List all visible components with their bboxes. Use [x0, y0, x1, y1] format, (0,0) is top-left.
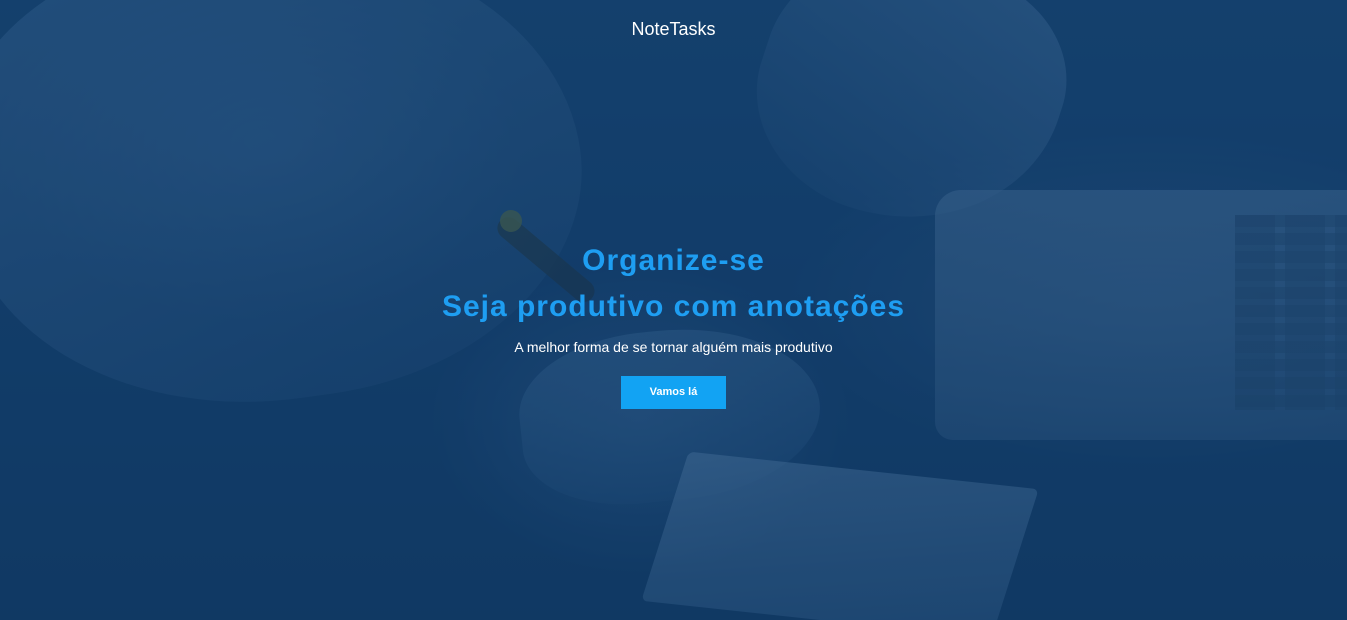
- hero-title-line1: Organize-se: [582, 244, 765, 277]
- hero-subtitle: A melhor forma de se tornar alguém mais …: [514, 339, 833, 355]
- hero-content: Organize-se Seja produtivo com anotações…: [0, 238, 1347, 409]
- brand-logo[interactable]: NoteTasks: [0, 18, 1347, 40]
- get-started-button[interactable]: Vamos lá: [621, 376, 726, 409]
- hero-title-line2: Seja produtivo com anotações: [441, 290, 906, 323]
